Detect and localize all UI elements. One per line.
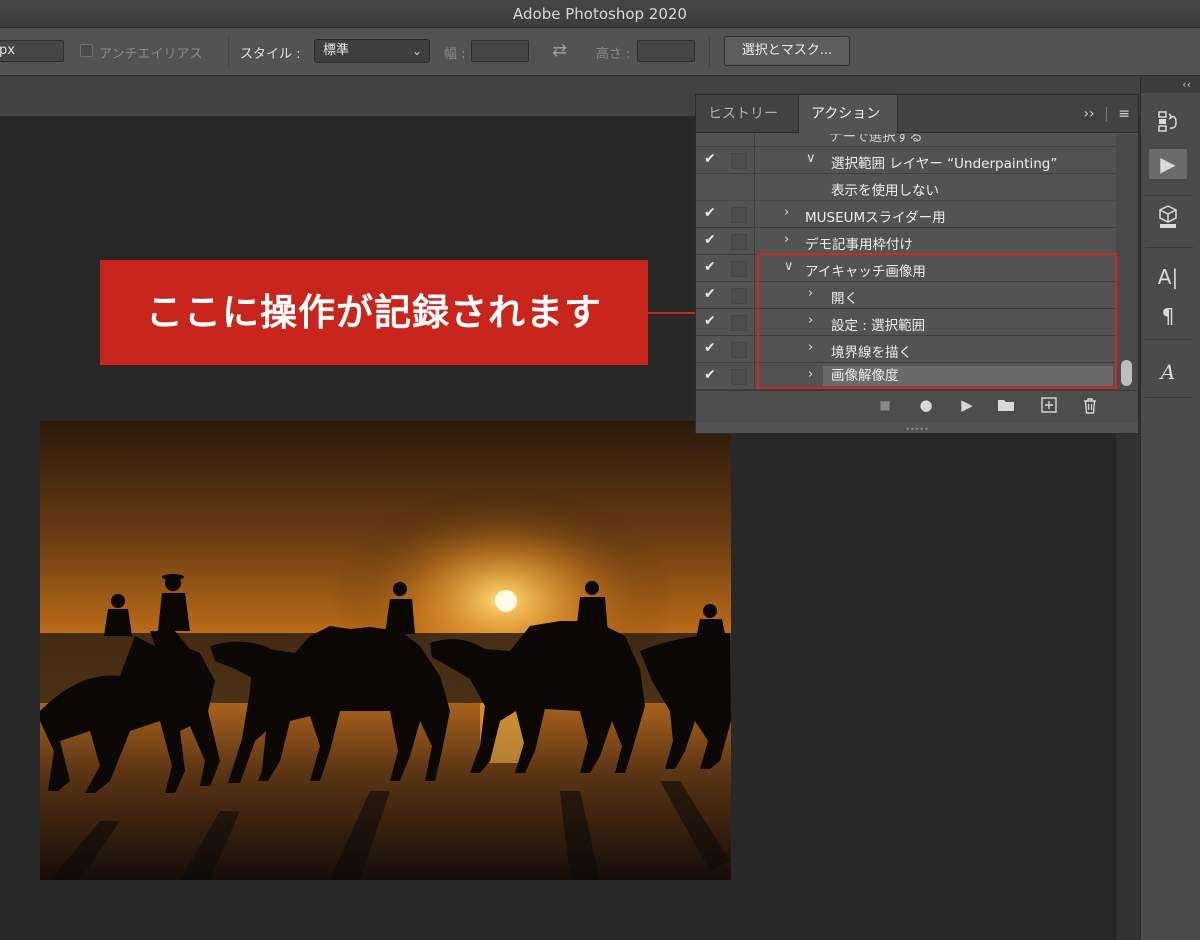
character-icon[interactable]: A| — [1149, 262, 1187, 292]
options-bar: px アンチエイリアス スタイル : 標準 ⌄ 幅 : ⇄ 高さ : 選択とマス… — [0, 28, 1200, 76]
stop-icon[interactable]: ■ — [874, 398, 896, 412]
chevron-down-icon: ⌄ — [411, 44, 422, 58]
dialog-toggle-box[interactable] — [731, 342, 747, 358]
divider — [754, 201, 755, 228]
tab-actions[interactable]: アクション — [798, 95, 898, 133]
paragraph-icon[interactable]: ¶ — [1149, 301, 1187, 331]
checkmark-icon[interactable]: ✔ — [704, 151, 720, 167]
dialog-toggle-box[interactable] — [731, 207, 747, 223]
dialog-toggle-box[interactable] — [731, 315, 747, 331]
tab-history[interactable]: ヒストリー — [696, 95, 790, 133]
checkmark-icon[interactable]: ✔ — [704, 313, 720, 329]
style-value: 標準 — [323, 43, 350, 58]
list-item[interactable]: ✔ ∨ 選択範囲 レイヤー “Underpainting” — [696, 147, 1116, 174]
divider — [754, 147, 755, 174]
panel-menu-icon[interactable]: ≡ — [1118, 106, 1130, 122]
divider — [754, 174, 755, 201]
dialog-toggle-box[interactable] — [731, 153, 747, 169]
panel-tab-bar: ヒストリー アクション ›› | ≡ — [696, 95, 1138, 133]
divider — [1145, 247, 1193, 248]
annotation-callout: ここに操作が記録されます — [100, 260, 648, 365]
height-label: 高さ : — [596, 47, 631, 62]
list-item[interactable]: 表示を使用しない — [696, 174, 1116, 201]
chevron-down-icon[interactable]: ∨ — [806, 151, 816, 166]
antialias-label: アンチエイリアス — [99, 47, 203, 62]
new-action-icon[interactable] — [1038, 397, 1060, 417]
camel-sunset-photo — [40, 421, 731, 880]
chevron-right-icon[interactable]: › — [784, 232, 789, 247]
dialog-toggle-box[interactable] — [731, 234, 747, 250]
select-and-mask-button[interactable]: 選択とマスク... — [724, 36, 850, 66]
action-set-label: MUSEUMスライダー用 — [805, 210, 946, 226]
collapse-dock-icon[interactable]: ‹‹ — [1141, 77, 1200, 93]
dialog-toggle-box[interactable] — [731, 261, 747, 277]
play-icon[interactable]: ▶ — [956, 396, 978, 414]
divider — [754, 255, 755, 282]
dialog-toggle-box[interactable] — [731, 369, 747, 385]
divider — [754, 282, 755, 309]
folder-icon[interactable] — [995, 397, 1017, 416]
checkmark-icon[interactable]: ✔ — [704, 367, 720, 383]
divider — [709, 36, 710, 68]
divider: | — [1104, 106, 1109, 122]
antialias-checkbox[interactable] — [80, 44, 93, 57]
divider — [1145, 339, 1193, 340]
action-label: 表示を使用しない — [831, 183, 939, 199]
width-label: 幅 : — [444, 47, 466, 62]
mode-field[interactable]: px — [0, 40, 64, 62]
highlight-box — [757, 253, 1117, 389]
action-set-label: デモ記事用枠付け — [805, 237, 913, 253]
swap-icon[interactable]: ⇄ — [552, 40, 567, 61]
action-label: ナーで選択する — [829, 134, 923, 145]
checkmark-icon[interactable]: ✔ — [704, 259, 720, 275]
scrollbar-thumb[interactable] — [1121, 360, 1132, 386]
checkmark-icon[interactable]: ✔ — [704, 340, 720, 356]
right-dock: ‹‹ ▶ A| ¶ A — [1140, 77, 1200, 940]
panel-scrollbar[interactable] — [1116, 134, 1138, 390]
divider — [754, 336, 755, 363]
collapse-icon[interactable]: ›› — [1083, 106, 1094, 122]
divider — [228, 36, 229, 68]
list-item[interactable]: ナーで選択する — [696, 134, 1116, 147]
divider — [754, 134, 755, 147]
style-label: スタイル : — [240, 47, 301, 62]
divider — [754, 309, 755, 336]
dialog-toggle-box[interactable] — [731, 288, 747, 304]
3d-cube-icon[interactable] — [1149, 204, 1187, 234]
resize-grip[interactable]: ••••• — [902, 425, 932, 434]
divider — [754, 228, 755, 255]
checkmark-icon[interactable]: ✔ — [704, 286, 720, 302]
mode-value: px — [0, 43, 15, 58]
divider — [1145, 397, 1193, 398]
checkmark-icon[interactable]: ✔ — [704, 205, 720, 221]
panel-footer: ■ ● ▶ — [696, 390, 1138, 422]
divider — [1145, 195, 1193, 196]
style-select[interactable]: 標準 ⌄ — [314, 39, 430, 63]
list-item[interactable]: ✔ › MUSEUMスライダー用 — [696, 201, 1116, 228]
glyphs-icon[interactable]: A — [1149, 357, 1187, 387]
panel-controls[interactable]: ›› | ≡ — [1083, 95, 1130, 133]
height-input[interactable] — [637, 40, 695, 62]
checkmark-icon[interactable]: ✔ — [704, 232, 720, 248]
trash-icon[interactable] — [1079, 397, 1101, 418]
history-icon[interactable] — [1149, 109, 1187, 139]
window-title: Adobe Photoshop 2020 — [0, 0, 1200, 28]
chevron-right-icon[interactable]: › — [784, 205, 789, 220]
record-icon[interactable]: ● — [915, 396, 937, 414]
width-input[interactable] — [471, 40, 529, 62]
divider — [754, 363, 755, 390]
action-label: 選択範囲 レイヤー “Underpainting” — [831, 156, 1058, 172]
list-item[interactable]: ✔ › デモ記事用枠付け — [696, 228, 1116, 255]
actions-play-icon[interactable]: ▶ — [1149, 149, 1187, 179]
